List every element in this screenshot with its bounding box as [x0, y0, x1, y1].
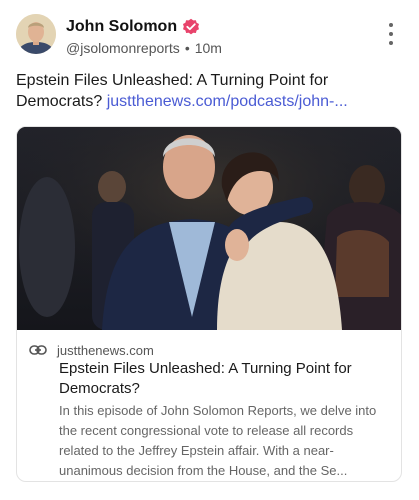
more-dot — [389, 32, 393, 36]
link-card-title[interactable]: Epstein Files Unleashed: A Turning Point… — [59, 359, 389, 399]
post-link[interactable]: justthenews.com/podcasts/john-... — [107, 93, 348, 110]
separator-dot: • — [184, 40, 190, 56]
social-post: John Solomon @jsolomonreports • 10m Epst… — [0, 0, 419, 500]
handle[interactable]: @jsolomonreports — [66, 40, 180, 56]
link-chain-icon — [29, 345, 47, 355]
link-card-image[interactable] — [17, 127, 401, 330]
avatar-image — [16, 14, 56, 54]
link-card-domain-row: justthenews.com — [29, 341, 154, 359]
link-card-description: In this episode of John Solomon Reports,… — [59, 403, 377, 478]
verified-badge-icon — [182, 18, 200, 36]
link-card[interactable]: justthenews.com Epstein Files Unleashed:… — [16, 126, 402, 482]
display-name[interactable]: John Solomon — [66, 18, 177, 36]
post-text: Epstein Files Unleashed: A Turning Point… — [16, 70, 406, 112]
more-dot — [389, 41, 393, 45]
more-options-icon[interactable] — [383, 20, 399, 48]
timestamp: 10m — [194, 40, 222, 56]
avatar[interactable] — [16, 14, 56, 54]
post-header: John Solomon @jsolomonreports • 10m — [16, 14, 403, 58]
meta-row: @jsolomonreports • 10m — [66, 40, 222, 56]
link-card-domain: justthenews.com — [57, 342, 154, 358]
name-row: John Solomon — [66, 16, 200, 38]
more-dot — [389, 23, 393, 27]
